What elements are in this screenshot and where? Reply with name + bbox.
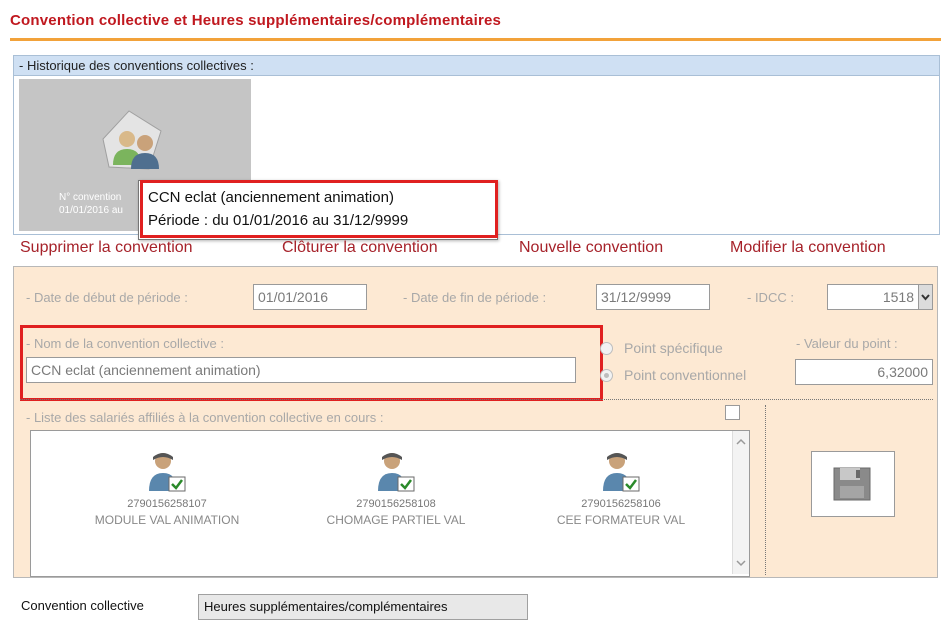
- employee-name: CEE FORMATEUR VAL: [556, 513, 686, 527]
- divider: [20, 399, 933, 400]
- employees-label: - Liste des salariés affiliés à la conve…: [26, 410, 384, 425]
- chevron-up-icon[interactable]: [735, 437, 747, 447]
- modify-convention-button[interactable]: Modifier la convention: [730, 239, 886, 257]
- employee-name: MODULE VAL ANIMATION: [94, 513, 240, 527]
- convention-people-icon: [102, 110, 162, 170]
- tile-label-2: 01/01/2016 au: [59, 205, 123, 216]
- idcc-label: - IDCC :: [747, 290, 794, 305]
- tab-heures-supplementaires[interactable]: Heures supplémentaires/complémentaires: [198, 594, 528, 620]
- employee-item[interactable]: 2790156258108 CHOMAGE PARTIEL VAL: [296, 451, 496, 527]
- chevron-down-icon: [921, 294, 930, 301]
- point-value-label: - Valeur du point :: [796, 336, 898, 351]
- idcc-dropdown-button[interactable]: [918, 284, 933, 310]
- name-highlight: [20, 325, 603, 401]
- employee-item[interactable]: 2790156258106 CEE FORMATEUR VAL: [521, 451, 721, 527]
- employee-number: 2790156258106: [581, 498, 661, 510]
- delete-convention-button[interactable]: Supprimer la convention: [20, 239, 193, 257]
- point-specific-label: Point spécifique: [624, 340, 723, 356]
- end-date-field[interactable]: 31/12/9999: [596, 284, 710, 310]
- floppy-disk-icon: [833, 467, 871, 501]
- close-convention-button[interactable]: Clôturer la convention: [282, 239, 438, 257]
- history-heading: - Historique des conventions collectives…: [14, 56, 939, 76]
- title-underline: [10, 38, 941, 41]
- start-date-field[interactable]: 01/01/2016: [253, 284, 367, 310]
- new-convention-button[interactable]: Nouvelle convention: [519, 239, 663, 257]
- tooltip-highlight: [140, 180, 498, 238]
- employee-item[interactable]: 2790156258107 MODULE VAL ANIMATION: [67, 451, 267, 527]
- save-button[interactable]: [811, 451, 895, 517]
- user-check-icon: [603, 453, 640, 492]
- tab-convention-collective[interactable]: Convention collective: [17, 594, 197, 620]
- employee-list-scrollbar[interactable]: [732, 431, 749, 574]
- employee-number: 2790156258107: [127, 498, 207, 510]
- tile-label-1: N° convention: [59, 192, 122, 203]
- point-conventional-label: Point conventionnel: [624, 367, 747, 383]
- select-all-checkbox[interactable]: [725, 405, 740, 420]
- page-title: Convention collective et Heures suppléme…: [10, 12, 502, 29]
- convention-actions: Supprimer la convention Clôturer la conv…: [13, 235, 938, 263]
- end-date-label: - Date de fin de période :: [403, 290, 547, 305]
- user-check-icon: [378, 453, 415, 492]
- employee-number: 2790156258108: [356, 498, 436, 510]
- employee-list: 2790156258107 MODULE VAL ANIMATION 27901…: [30, 430, 750, 577]
- point-conventional-radio[interactable]: [600, 369, 613, 382]
- employee-name: CHOMAGE PARTIEL VAL: [326, 513, 466, 527]
- user-check-icon: [149, 453, 186, 492]
- idcc-field[interactable]: 1518: [827, 284, 919, 310]
- chevron-down-icon[interactable]: [735, 558, 747, 568]
- vertical-divider: [765, 405, 766, 575]
- point-value-field[interactable]: 6,32000: [795, 359, 933, 385]
- start-date-label: - Date de début de période :: [26, 290, 188, 305]
- point-specific-radio[interactable]: [600, 342, 613, 355]
